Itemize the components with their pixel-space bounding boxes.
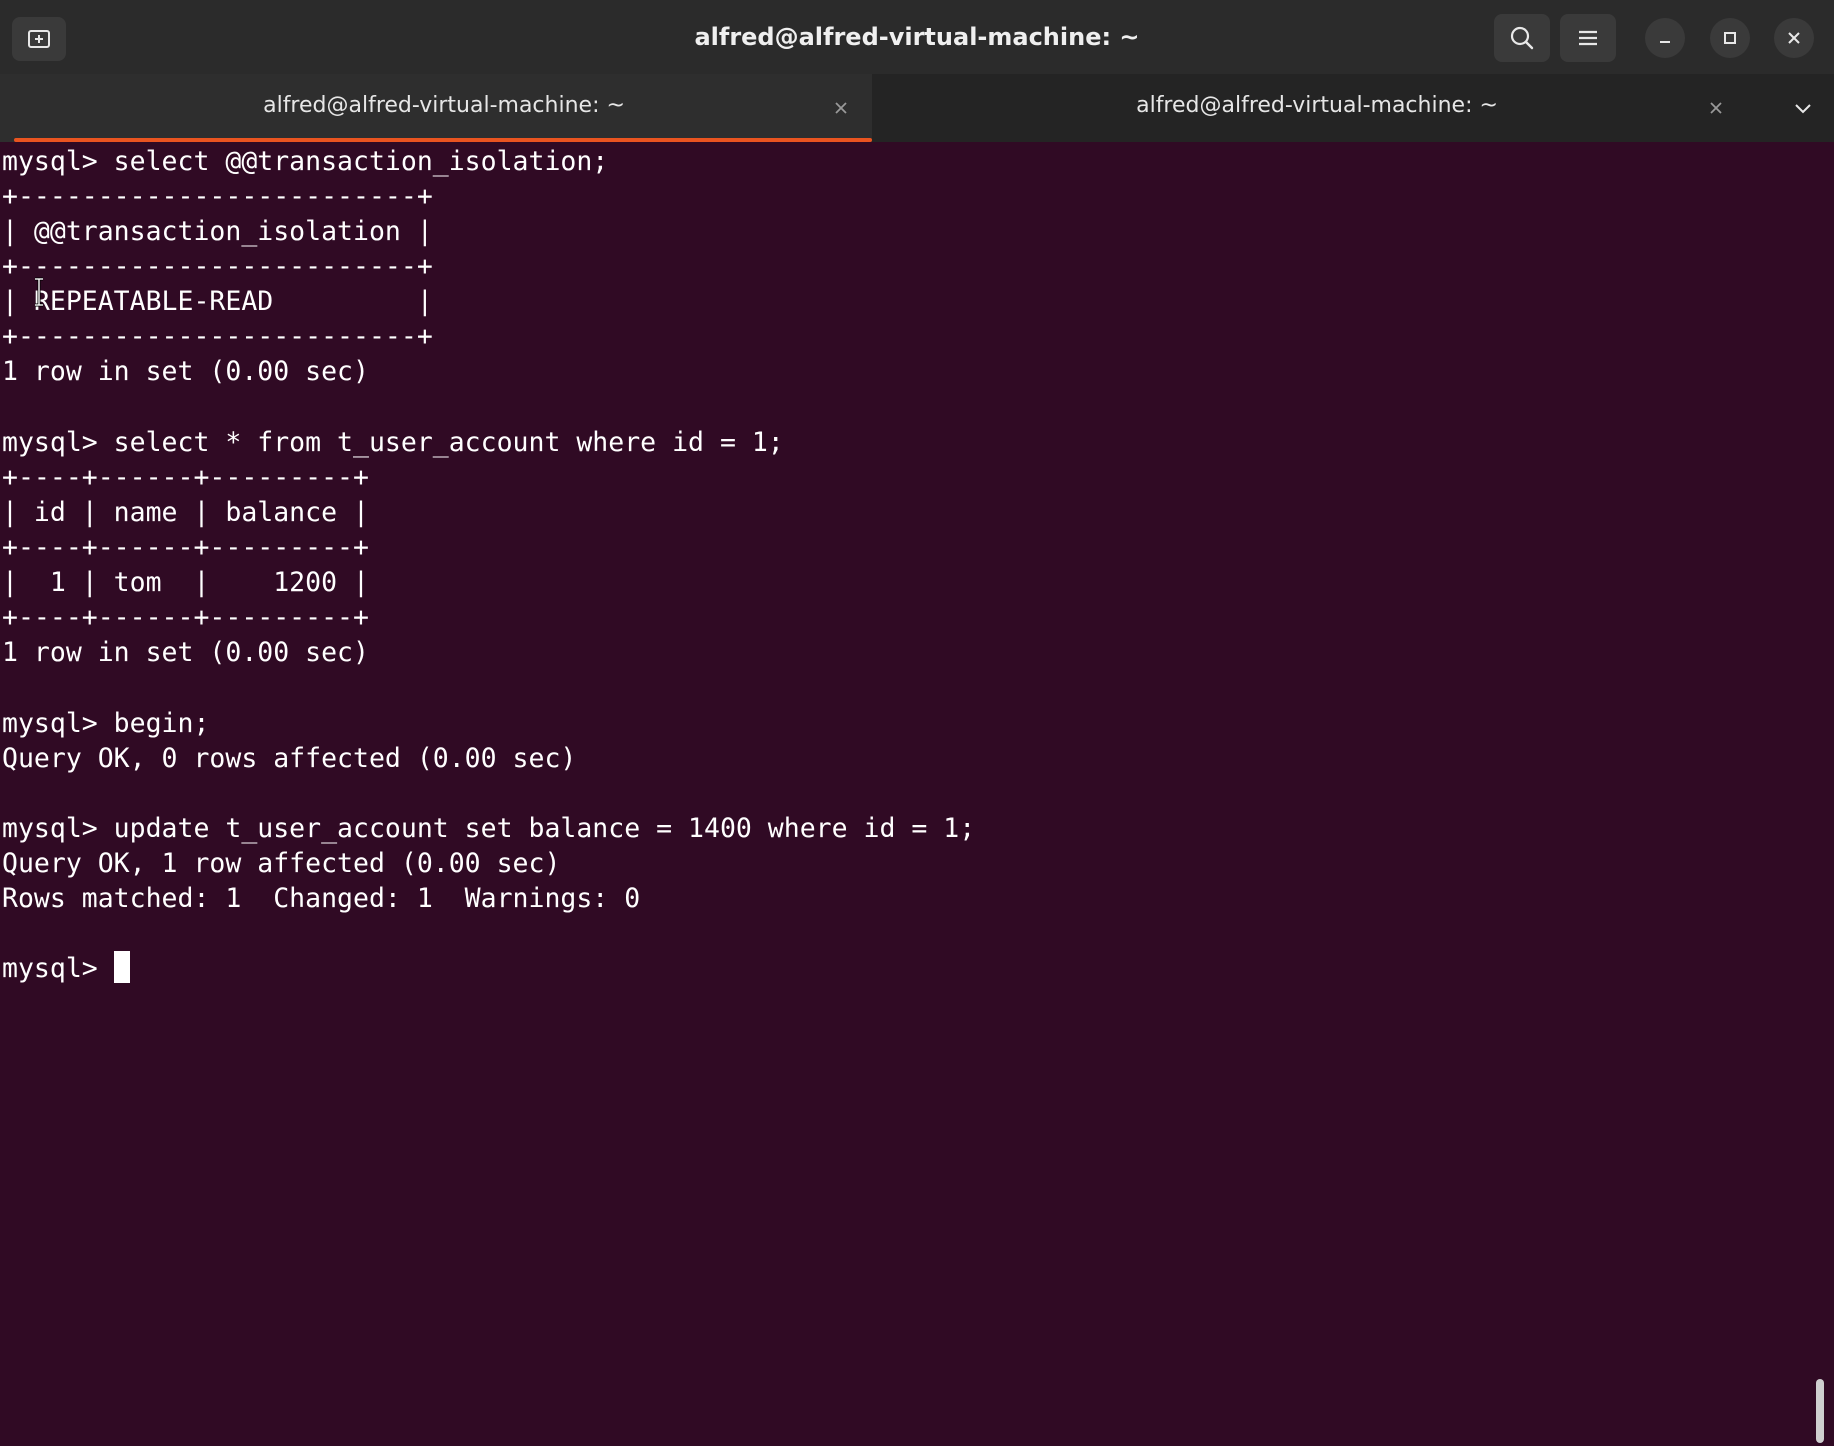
search-button[interactable]	[1494, 14, 1550, 62]
maximize-icon	[1724, 32, 1736, 44]
tab-2-label: alfred@alfred-virtual-machine: ~	[1136, 93, 1498, 118]
header-bar: alfred@alfred-virtual-machine: ~	[0, 0, 1834, 74]
search-icon	[1510, 26, 1534, 50]
tab-1-label: alfred@alfred-virtual-machine: ~	[263, 93, 625, 118]
new-tab-button[interactable]	[12, 17, 66, 61]
terminal-line: +-------------------------+	[2, 181, 433, 212]
terminal-prompt-line[interactable]: mysql>	[2, 951, 130, 986]
terminal-window: alfred@alfred-virtual-machine: ~ alfred@…	[0, 0, 1834, 1446]
terminal-line: 1 row in set (0.00 sec)	[2, 637, 369, 668]
terminal-line: | 1 | tom | 1200 |	[2, 567, 369, 598]
close-icon	[1788, 32, 1800, 44]
terminal-line: mysql> select @@transaction_isolation;	[2, 146, 609, 177]
terminal-line: +-------------------------+	[2, 321, 433, 352]
terminal-line: Query OK, 1 row affected (0.00 sec)	[2, 848, 561, 879]
terminal-line: mysql> update t_user_account set balance…	[2, 813, 976, 844]
window-title: alfred@alfred-virtual-machine: ~	[694, 23, 1140, 51]
terminal-line: +----+------+---------+	[2, 462, 369, 493]
close-window-button[interactable]	[1774, 18, 1814, 58]
new-tab-icon	[28, 30, 50, 48]
terminal-line: | @@transaction_isolation |	[2, 216, 433, 247]
mouse-ibeam-icon	[35, 277, 43, 307]
close-icon	[835, 102, 847, 114]
terminal-line: | REPEATABLE-READ |	[2, 286, 433, 317]
terminal-line: mysql> select * from t_user_account wher…	[2, 427, 784, 458]
chevron-down-icon	[1795, 104, 1811, 114]
tab-1[interactable]: alfred@alfred-virtual-machine: ~	[0, 74, 872, 142]
terminal-line: 1 row in set (0.00 sec)	[2, 356, 369, 387]
tab-2-close-button[interactable]	[1704, 96, 1728, 120]
terminal-line: | id | name | balance |	[2, 497, 369, 528]
terminal-line: Query OK, 0 rows affected (0.00 sec)	[2, 743, 577, 774]
terminal-line: Rows matched: 1 Changed: 1 Warnings: 0	[2, 883, 641, 914]
minimize-button[interactable]	[1645, 18, 1685, 58]
minimize-icon	[1660, 41, 1670, 43]
text-cursor	[113, 951, 130, 983]
terminal-line: +----+------+---------+	[2, 602, 369, 633]
tab-2[interactable]: alfred@alfred-virtual-machine: ~	[872, 74, 1772, 142]
terminal-line: mysql> begin;	[2, 708, 210, 739]
terminal-prompt: mysql>	[2, 953, 114, 984]
terminal-line: +----+------+---------+	[2, 532, 369, 563]
maximize-button[interactable]	[1710, 18, 1750, 58]
menu-button[interactable]	[1560, 14, 1616, 62]
tab-bar: alfred@alfred-virtual-machine: ~ alfred@…	[0, 74, 1834, 142]
terminal-line: +-------------------------+	[2, 251, 433, 282]
close-icon	[1710, 102, 1722, 114]
tab-1-close-button[interactable]	[829, 96, 853, 120]
tabs-menu-button[interactable]	[1788, 94, 1818, 124]
terminal-output[interactable]: mysql> select @@transaction_isolation; +…	[0, 142, 1834, 1446]
hamburger-menu-icon	[1579, 30, 1597, 46]
terminal-scrollbar[interactable]	[1816, 1379, 1824, 1443]
